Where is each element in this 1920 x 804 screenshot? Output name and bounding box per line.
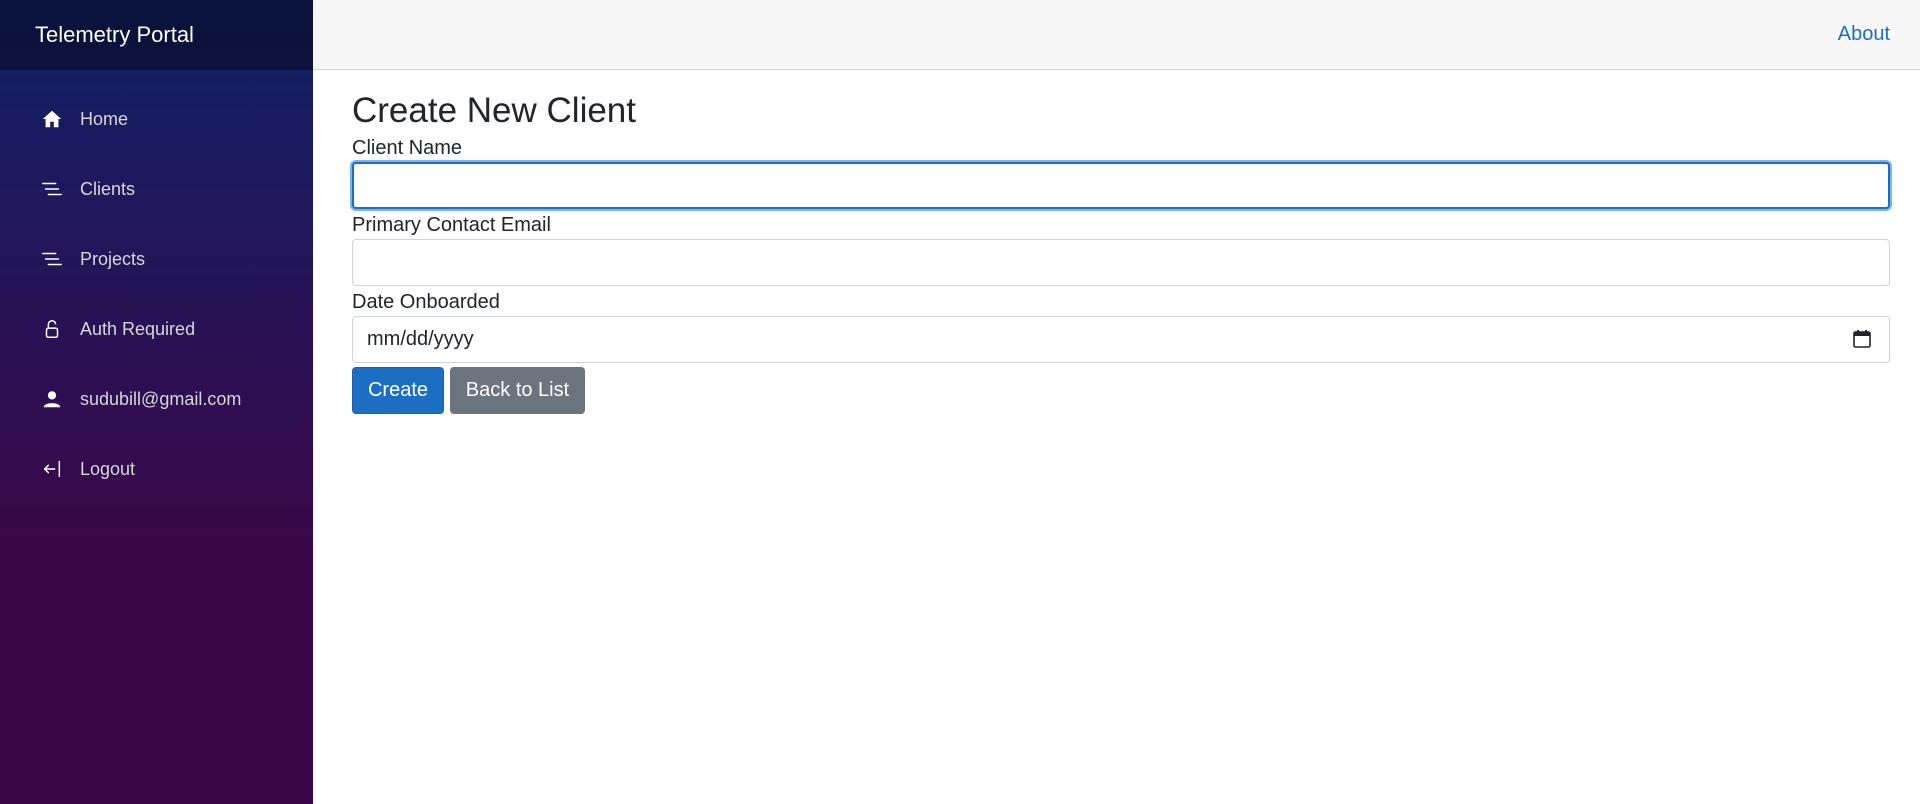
- date-field-wrapper: [352, 316, 1890, 367]
- sidebar-item-label: Projects: [80, 248, 146, 269]
- sidebar-item-label: Auth Required: [80, 318, 196, 339]
- sidebar-item-auth-required[interactable]: Auth Required: [0, 294, 313, 364]
- sidebar-item-clients[interactable]: Clients: [0, 154, 313, 224]
- top-bar: About: [313, 0, 1920, 70]
- about-link[interactable]: About: [1838, 23, 1890, 46]
- page-title: Create New Client: [352, 91, 636, 130]
- brand-bar: Telemetry Portal: [0, 0, 313, 70]
- list-icon: [40, 247, 64, 271]
- content: Create New Client Client Name Primary Co…: [313, 70, 1920, 414]
- logout-icon: [40, 457, 64, 481]
- main-area: About Create New Client Client Name Prim…: [313, 0, 1920, 804]
- lock-icon: [40, 317, 64, 341]
- sidebar-item-label: Home: [80, 108, 129, 129]
- client-name-input[interactable]: [352, 162, 1890, 209]
- sidebar-item-label: Clients: [80, 178, 136, 199]
- list-icon: [40, 177, 64, 201]
- sidebar-item-home[interactable]: Home: [0, 84, 313, 154]
- sidebar-item-projects[interactable]: Projects: [0, 224, 313, 294]
- client-name-label: Client Name: [352, 137, 463, 159]
- sidebar-item-label: Logout: [80, 458, 136, 479]
- primary-contact-email-input[interactable]: [352, 239, 1890, 286]
- sidebar: Telemetry Portal Home Clients Projects A…: [0, 0, 313, 804]
- client-name-group: Client Name: [352, 136, 1890, 213]
- form-actions: Create Back to List: [352, 367, 1890, 414]
- primary-contact-email-label: Primary Contact Email: [352, 214, 551, 236]
- date-onboarded-label: Date Onboarded: [352, 291, 500, 313]
- home-icon: [40, 107, 64, 131]
- date-onboarded-group: Date Onboarded: [352, 290, 1890, 367]
- sidebar-item-logout[interactable]: Logout: [0, 434, 313, 504]
- person-icon: [40, 387, 64, 411]
- date-onboarded-input[interactable]: [352, 316, 1890, 363]
- create-button[interactable]: Create: [352, 367, 444, 414]
- sidebar-nav: Home Clients Projects Auth Required sudu…: [0, 70, 313, 504]
- calendar-icon[interactable]: [1852, 329, 1872, 349]
- app-title-link[interactable]: Telemetry Portal: [35, 22, 194, 48]
- sidebar-item-user-account[interactable]: sudubill@gmail.com: [0, 364, 313, 434]
- sidebar-item-label: sudubill@gmail.com: [80, 388, 242, 409]
- primary-contact-email-group: Primary Contact Email: [352, 213, 1890, 290]
- back-to-list-button[interactable]: Back to List: [450, 367, 585, 414]
- app-root: Telemetry Portal Home Clients Projects A…: [0, 0, 1920, 804]
